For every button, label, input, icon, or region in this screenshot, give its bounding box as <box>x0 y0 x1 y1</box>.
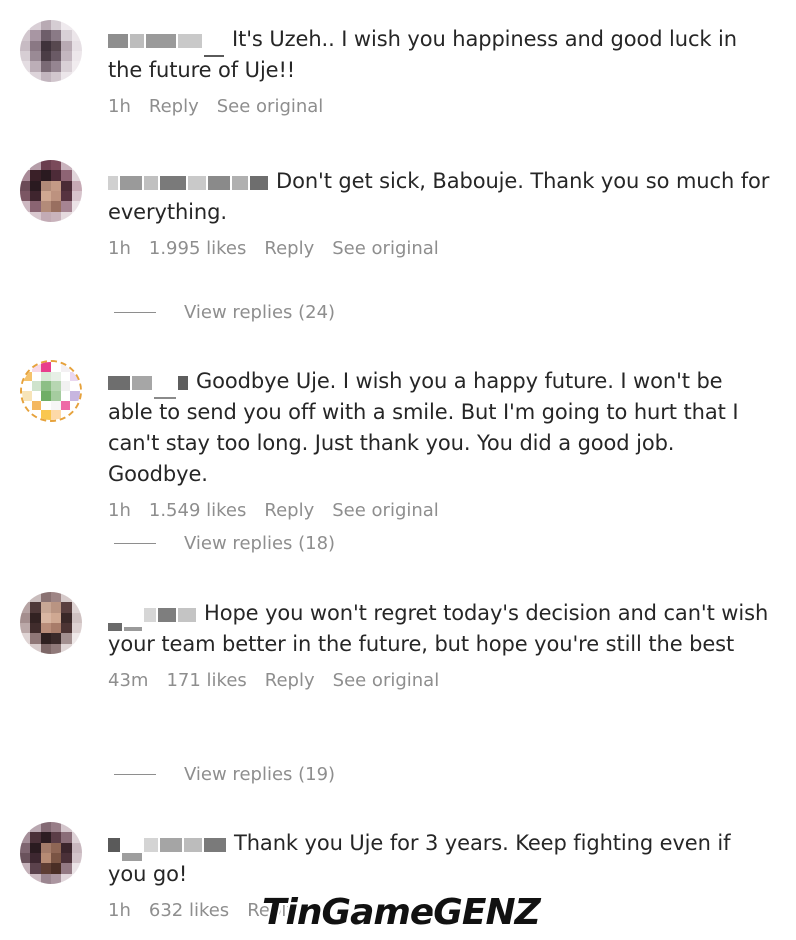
avatar[interactable] <box>20 160 82 222</box>
comment-time: 1h <box>108 238 131 259</box>
avatar[interactable] <box>20 822 82 884</box>
view-replies-button[interactable]: View replies (19) <box>114 764 335 785</box>
avatar[interactable] <box>20 360 82 422</box>
replies-divider <box>114 312 156 313</box>
view-replies-label: View replies (24) <box>184 302 336 323</box>
username-blurred[interactable] <box>108 830 228 861</box>
avatar[interactable] <box>20 20 82 82</box>
likes-count[interactable]: 1.995 likes <box>149 238 247 259</box>
reply-button[interactable]: Reply <box>265 670 315 691</box>
avatar[interactable] <box>20 592 82 654</box>
view-replies-button[interactable]: View replies (18) <box>114 533 335 554</box>
view-replies-label: View replies (18) <box>184 533 336 554</box>
reply-button[interactable]: Reply <box>149 96 199 117</box>
comment-meta: 1h 1.549 likes Reply See original <box>108 500 772 521</box>
watermark-text-part1: TinGame <box>262 891 434 933</box>
comment-meta: 43m 171 likes Reply See original <box>108 670 772 691</box>
see-original-link[interactable]: See original <box>332 500 439 521</box>
view-replies-label: View replies (19) <box>184 764 336 785</box>
site-watermark-logo: TinGame GENZ <box>262 888 541 936</box>
watermark-text-part2: GENZ <box>433 891 540 933</box>
username-blurred[interactable] <box>108 600 198 631</box>
comment-text: Goodbye Uje. I wish you a happy future. … <box>108 369 739 486</box>
reply-button[interactable]: Reply <box>264 238 314 259</box>
view-replies-button[interactable]: View replies (24) <box>114 302 335 323</box>
comment-time: 43m <box>108 670 149 691</box>
reply-button[interactable]: Reply <box>264 500 314 521</box>
username-blurred[interactable] <box>108 26 226 57</box>
comment-meta: 1h Reply See original <box>108 96 772 117</box>
comment-text: Hope you won't regret today's decision a… <box>108 601 769 656</box>
see-original-link[interactable]: See original <box>333 670 440 691</box>
comment-meta: 1h 1.995 likes Reply See original <box>108 238 772 259</box>
see-original-link[interactable]: See original <box>332 238 439 259</box>
likes-count[interactable]: 171 likes <box>166 670 246 691</box>
comment-time: 1h <box>108 500 131 521</box>
likes-count[interactable]: 1.549 likes <box>149 500 247 521</box>
likes-count[interactable]: 632 likes <box>149 900 229 921</box>
username-blurred[interactable] <box>108 368 190 399</box>
see-original-link[interactable]: See original <box>217 96 324 117</box>
username-blurred[interactable] <box>108 168 270 190</box>
replies-divider <box>114 543 156 544</box>
comment-time: 1h <box>108 900 131 921</box>
comment-time: 1h <box>108 96 131 117</box>
replies-divider <box>114 774 156 775</box>
